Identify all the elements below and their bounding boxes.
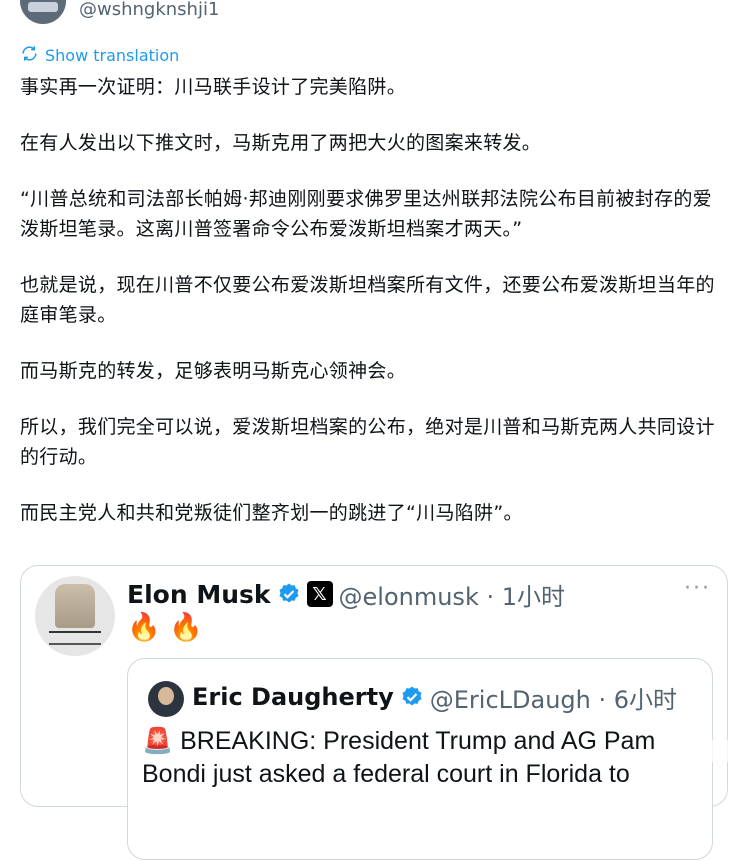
avatar-scribble-shape [49, 631, 101, 645]
show-translation-label: Show translation [45, 45, 180, 65]
tweet-paragraph-1: 事实再一次证明：川马联手设计了完美陷阱。 [20, 76, 407, 98]
author-avatar[interactable] [20, 0, 66, 24]
avatar-helmet-shape [55, 584, 95, 628]
show-translation-link[interactable]: Show translation [20, 44, 179, 66]
nested-author-handle-time[interactable]: @EricLDaugh · 6小时 [430, 680, 677, 715]
quoted-tweet-card[interactable]: Elon Musk 𝕏 @elonmusk · 1小时 ··· 🔥 🔥 Eric… [20, 565, 728, 860]
translate-icon [20, 44, 39, 67]
nested-tweet-text: 🚨 BREAKING: President Trump and AG Pam B… [142, 725, 708, 791]
tweet-paragraph-7: 而民主党人和共和党叛徒们整齐划一的跳进了“川马陷阱”。 [20, 502, 523, 524]
tweet-author-row: @wshngknshji1 [0, 0, 744, 28]
tweet-paragraph-3: “川普总统和司法部长帕姆·邦迪刚刚要求佛罗里达州联邦法院公布目前被封存的爱泼斯坦… [20, 188, 712, 240]
more-icon[interactable]: ··· [684, 576, 711, 601]
quoted-author-avatar[interactable] [35, 576, 115, 656]
author-handle[interactable]: @wshngknshji1 [79, 0, 219, 20]
verified-badge-icon [277, 582, 301, 606]
verified-badge-icon [400, 685, 424, 709]
quoted-author-handle-time[interactable]: @elonmusk · 1小时 [339, 577, 565, 612]
nested-tweet-header: Eric Daugherty @EricLDaugh · 6小时 [192, 677, 677, 717]
tweet-paragraph-6: 所以，我们完全可以说，爱泼斯坦档案的公布，绝对是川普和马斯克两人共同设计的行动。 [20, 416, 715, 468]
quoted-tweet-content: 🔥 🔥 [127, 612, 203, 643]
nested-quoted-tweet-card[interactable]: Eric Daugherty @EricLDaugh · 6小时 🚨 BREAK… [127, 658, 713, 860]
x-badge-icon: 𝕏 [306, 581, 333, 607]
nested-tweet-body: BREAKING: President Trump and AG Pam Bon… [142, 727, 656, 788]
nested-author-avatar[interactable] [148, 681, 184, 717]
tweet-body: 事实再一次证明：川马联手设计了完美陷阱。 在有人发出以下推文时，马斯克用了两把大… [20, 72, 730, 554]
watermark-logo [680, 740, 738, 762]
tweet-paragraph-4: 也就是说，现在川普不仅要公布爱泼斯坦档案所有文件，还要公布爱泼斯坦当年的庭审笔录… [20, 274, 715, 326]
siren-icon: 🚨 [142, 727, 174, 755]
tweet-paragraph-5: 而马斯克的转发，足够表明马斯克心领神会。 [20, 360, 407, 382]
tweet-paragraph-2: 在有人发出以下推文时，马斯克用了两把大火的图案来转发。 [20, 132, 542, 154]
nested-author-name[interactable]: Eric Daugherty [192, 683, 394, 711]
quoted-author-name[interactable]: Elon Musk [127, 580, 271, 609]
